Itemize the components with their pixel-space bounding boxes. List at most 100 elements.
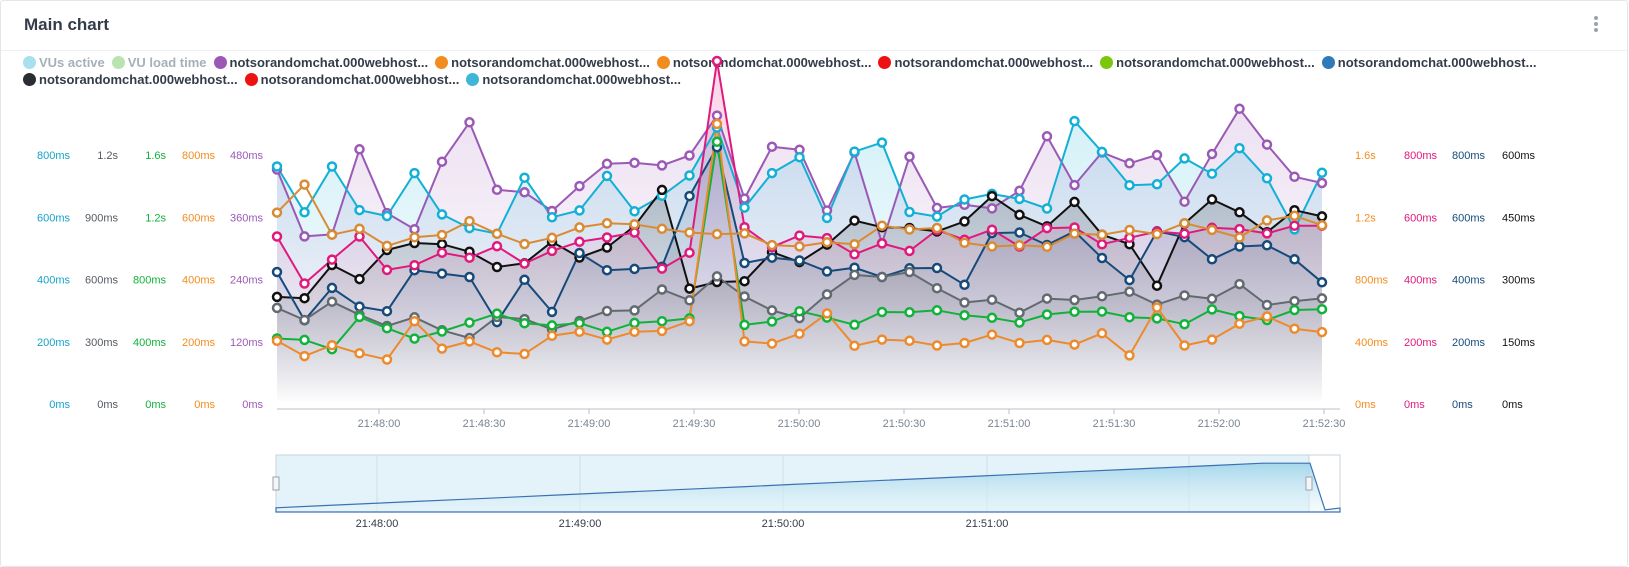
data-point	[1179, 318, 1190, 330]
x-axis-tick-label: 21:49:00	[568, 418, 611, 430]
data-point	[519, 274, 530, 286]
data-point	[1124, 224, 1135, 236]
y-axis-tick-label: 800ms	[1355, 275, 1389, 287]
data-point	[519, 348, 530, 360]
data-point	[574, 326, 585, 338]
data-point	[794, 230, 805, 241]
data-point	[1069, 115, 1080, 127]
data-point	[381, 354, 393, 365]
data-point	[1014, 185, 1025, 197]
y-axis-tick-label: 800ms	[133, 275, 167, 287]
data-point	[1041, 293, 1053, 304]
data-point	[1206, 293, 1218, 305]
data-point	[574, 247, 585, 259]
x-axis-tick-label: 21:48:30	[463, 418, 506, 430]
data-point	[1261, 228, 1273, 239]
data-point	[1151, 228, 1163, 240]
y-axis-tick-label: 0ms	[97, 399, 118, 411]
data-point	[986, 241, 998, 252]
data-point	[1234, 232, 1245, 243]
data-point	[931, 282, 943, 294]
data-point	[271, 231, 283, 242]
y-axis-tick-label: 1.2s	[1355, 212, 1376, 224]
data-point	[1096, 229, 1108, 241]
data-point	[1014, 227, 1025, 238]
data-point	[986, 224, 998, 235]
data-point	[381, 264, 393, 276]
data-point	[629, 326, 640, 338]
data-point	[904, 266, 915, 278]
data-point	[1234, 318, 1245, 329]
data-point	[1261, 311, 1273, 322]
data-point	[739, 291, 750, 302]
data-point	[326, 296, 338, 307]
data-point	[904, 335, 915, 347]
data-point	[794, 241, 805, 252]
data-point	[684, 150, 695, 161]
data-point	[739, 193, 750, 204]
data-point	[491, 347, 503, 358]
data-point	[299, 207, 310, 218]
data-point	[711, 118, 723, 130]
data-point	[794, 255, 805, 266]
data-point	[1206, 304, 1218, 315]
navigator-handle[interactable]	[272, 476, 280, 491]
y-axis-tick-label: 600ms	[85, 275, 119, 287]
x-axis-tick-label: 21:48:00	[358, 418, 401, 430]
data-point	[959, 237, 970, 249]
data-point	[1206, 148, 1218, 160]
navigator-handle[interactable]	[1305, 476, 1313, 491]
data-point	[436, 209, 448, 220]
data-point	[299, 350, 310, 362]
data-point	[739, 275, 750, 287]
x-axis-tick-label: 21:50:30	[883, 418, 926, 430]
data-point	[931, 211, 943, 222]
data-point	[271, 302, 283, 314]
data-point	[409, 223, 420, 235]
data-point	[1014, 337, 1025, 349]
y-axis-tick-label: 200ms	[182, 337, 216, 349]
data-point	[766, 316, 778, 327]
data-point	[409, 167, 420, 179]
data-point	[1014, 240, 1025, 251]
data-point	[381, 322, 393, 334]
data-point	[1206, 334, 1218, 345]
data-point	[711, 271, 723, 282]
data-point	[1151, 179, 1163, 190]
data-point	[1014, 317, 1025, 328]
data-point	[876, 220, 888, 231]
data-point	[1096, 306, 1108, 317]
y-axis-tick-label: 400ms	[182, 275, 216, 287]
data-point	[1289, 323, 1300, 334]
data-point	[1234, 278, 1245, 290]
data-point	[821, 308, 833, 319]
y-axis-tick-label: 0ms	[1502, 399, 1523, 411]
data-point	[464, 317, 475, 328]
data-point	[436, 238, 448, 250]
data-point	[326, 254, 338, 265]
data-point	[711, 136, 723, 148]
data-point	[574, 180, 585, 192]
data-point	[354, 273, 365, 285]
y-axis-tick-label: 360ms	[230, 212, 264, 224]
data-point	[1069, 339, 1080, 350]
data-point	[1289, 171, 1300, 183]
data-point	[299, 292, 310, 304]
data-point	[931, 222, 943, 234]
y-axis-tick-label: 400ms	[1355, 337, 1389, 349]
data-point	[931, 262, 943, 274]
data-point	[1206, 194, 1218, 205]
data-point	[436, 268, 448, 279]
data-point	[326, 161, 338, 172]
data-point	[904, 151, 915, 162]
data-point	[684, 315, 695, 327]
data-point	[1179, 340, 1190, 351]
data-point	[1124, 158, 1135, 169]
data-point	[1289, 210, 1300, 222]
data-point	[986, 312, 998, 324]
data-point	[794, 151, 805, 163]
data-point	[849, 239, 860, 250]
data-point	[601, 242, 613, 253]
data-point	[711, 228, 723, 240]
y-axis-tick-label: 300ms	[1502, 275, 1536, 287]
